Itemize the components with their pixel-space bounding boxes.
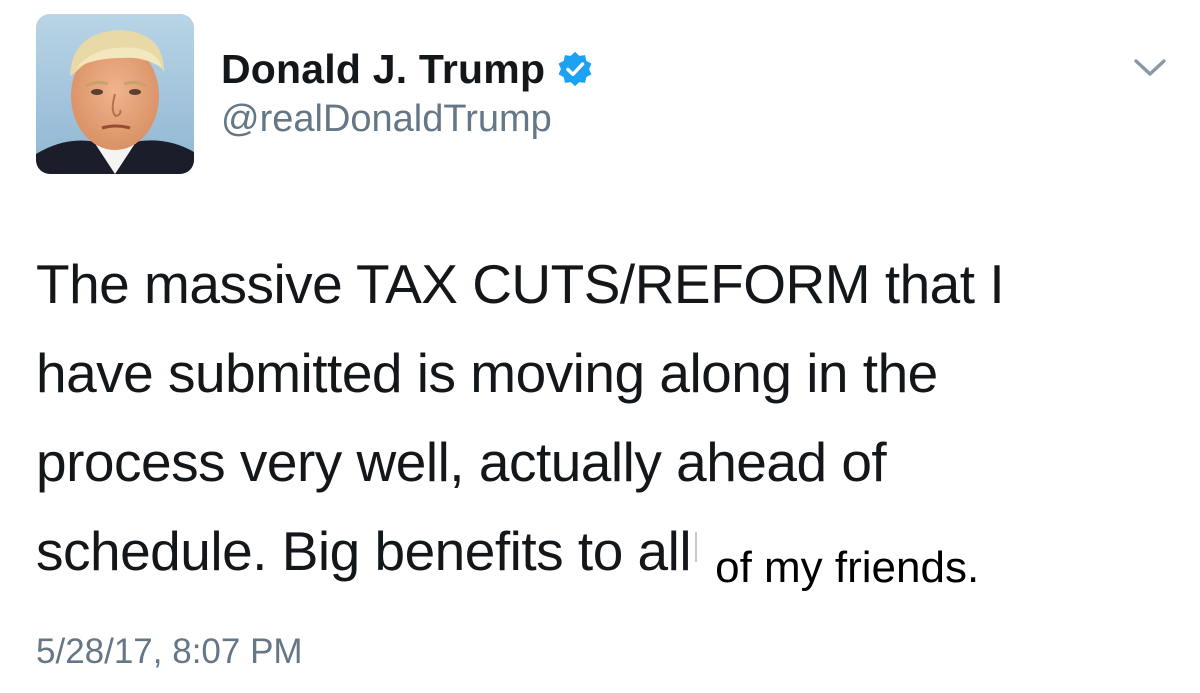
avatar[interactable] <box>36 14 194 174</box>
avatar-photo <box>36 14 194 174</box>
display-name[interactable]: Donald J. Trump <box>221 46 545 93</box>
tweet-text-line: The massive TAX CUTS/REFORM that I <box>36 253 1005 315</box>
tweet-text-line-start: schedule. Big benefits to all <box>36 520 692 582</box>
tweet-text-line: process very well, actually ahead of <box>36 431 887 493</box>
tweet-timestamp[interactable]: 5/28/17, 8:07 PM <box>36 632 303 672</box>
pasted-edge <box>695 532 698 563</box>
author-name-row[interactable]: Donald J. Trump <box>221 44 594 94</box>
tweet-text-line: schedule. Big benefits to all of my frien… <box>36 507 1176 600</box>
tweet-card: Donald J. Trump @realDonaldTrump The mas… <box>0 0 1200 693</box>
pasted-text: of my friends. <box>715 543 980 592</box>
verified-badge-icon <box>558 51 592 87</box>
tweet-text: The massive TAX CUTS/REFORM that I have … <box>36 240 1176 600</box>
tweet-text-line: have submitted is moving along in the <box>36 342 938 404</box>
author-handle[interactable]: @realDonaldTrump <box>221 98 552 141</box>
chevron-down-icon[interactable] <box>1132 55 1168 79</box>
